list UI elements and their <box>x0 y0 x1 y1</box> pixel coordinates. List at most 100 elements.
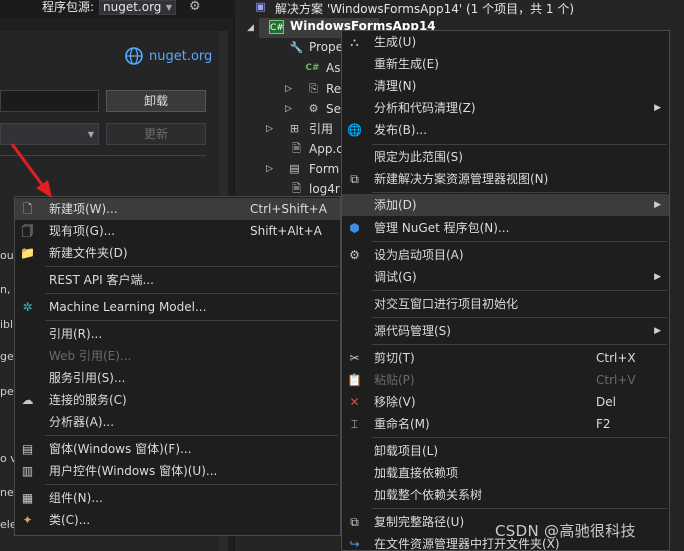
tree-item-resources[interactable]: Re <box>326 80 341 100</box>
ml-model-icon: ✲ <box>22 300 33 314</box>
chevron-down-icon[interactable]: ◢ <box>247 19 254 39</box>
menu-separator <box>372 437 667 438</box>
text-fragment: pe <box>0 385 14 398</box>
text-fragment: ibl <box>0 318 14 331</box>
rename-icon: ⌶ <box>350 417 359 431</box>
chevron-down-icon: ▼ <box>165 3 172 12</box>
remove-icon: ✕ <box>349 395 360 409</box>
nuget-icon: ⬢ <box>349 221 360 235</box>
tree-item-app-config[interactable]: App.c <box>309 140 343 160</box>
menu-item-cut[interactable]: ✂ 剪切(T) Ctrl+X <box>342 347 669 369</box>
existing-item-icon: 🗍 <box>21 224 34 238</box>
chevron-right-icon[interactable]: ▷ <box>266 120 273 140</box>
tree-item-assemblyinfo[interactable]: As <box>326 59 340 79</box>
scissors-icon: ✂ <box>349 351 360 365</box>
menu-item-scope-to-this[interactable]: 限定为此范围(S) <box>342 146 669 168</box>
class-icon: ✦ <box>22 513 33 527</box>
add-submenu: 🗋 新建项(W)... Ctrl+Shift+A 🗍 现有项(G)... Shi… <box>14 196 341 536</box>
solution-node[interactable]: 解决方案 'WindowsFormsApp14' (1 个项目，共 1 个) <box>275 0 574 17</box>
menu-item-manage-nuget[interactable]: ⬢ 管理 NuGet 程序包(N)... <box>342 217 669 239</box>
chevron-right-icon[interactable]: ▷ <box>285 80 292 100</box>
tree-item-references[interactable]: 引用 <box>309 120 333 140</box>
chevron-down-icon: ▼ <box>87 130 94 139</box>
text-fragment: n, <box>0 283 11 296</box>
menu-item-analyze[interactable]: 分析和代码清理(Z) ▶ <box>342 97 669 119</box>
copy-icon: ⧉ <box>350 515 359 529</box>
nuget-org-link[interactable]: nuget.org <box>149 49 212 64</box>
update-button[interactable]: 更新 <box>106 123 206 145</box>
new-folder-icon: 📁 <box>20 246 35 260</box>
menu-item-web-reference[interactable]: Web 引用(E)... <box>15 345 340 367</box>
menu-item-source-control[interactable]: 源代码管理(S) ▶ <box>342 320 669 342</box>
menu-item-remove[interactable]: ✕ 移除(V) Del <box>342 391 669 413</box>
gear-icon: ⚙ <box>349 248 360 262</box>
menu-item-reference[interactable]: 引用(R)... <box>15 323 340 345</box>
form-file-icon: ▤ <box>289 162 300 175</box>
package-source-select[interactable]: nuget.org ▼ <box>99 0 176 15</box>
submenu-arrow-icon: ▶ <box>654 103 661 113</box>
menu-item-init-interactive[interactable]: 对交互窗口进行项目初始化 <box>342 293 669 315</box>
menu-separator <box>45 435 338 436</box>
menu-item-add[interactable]: 添加(D) ▶ <box>342 194 669 216</box>
menu-item-ml-model[interactable]: ✲ Machine Learning Model... <box>15 296 340 318</box>
installed-version-field[interactable] <box>0 90 99 112</box>
menu-item-new-item[interactable]: 🗋 新建项(W)... Ctrl+Shift+A <box>15 198 340 220</box>
watermark: CSDN @高驰很科技 <box>495 522 636 540</box>
references-icon: ⊞ <box>289 122 300 135</box>
resources-icon: ⎘ <box>309 82 318 95</box>
form-icon: ▤ <box>21 442 34 456</box>
menu-separator <box>45 266 338 267</box>
menu-separator <box>372 192 667 193</box>
menu-separator <box>372 290 667 291</box>
menu-item-unload-project[interactable]: 卸载项目(L) <box>342 440 669 462</box>
menu-item-analyzer[interactable]: 分析器(A)... <box>15 411 340 433</box>
menu-item-debug[interactable]: 调试(G) ▶ <box>342 266 669 288</box>
menu-item-publish[interactable]: 🌐 发布(B)... <box>342 119 669 141</box>
menu-item-user-control[interactable]: ▥ 用户控件(Windows 窗体)(U)... <box>15 460 340 482</box>
gear-icon[interactable]: ⚙ <box>189 0 203 14</box>
menu-item-windows-form[interactable]: ▤ 窗体(Windows 窗体)(F)... <box>15 438 340 460</box>
menu-separator <box>372 508 667 509</box>
text-fragment: ge <box>0 350 14 363</box>
config-file-icon: 🗎 <box>292 142 301 155</box>
menu-item-service-reference[interactable]: 服务引用(S)... <box>15 367 340 389</box>
chevron-right-icon[interactable]: ▷ <box>285 100 292 120</box>
menu-item-connected-service[interactable]: ☁ 连接的服务(C) <box>15 389 340 411</box>
tree-item-properties[interactable]: Prope <box>309 38 343 58</box>
menu-item-set-startup[interactable]: ⚙ 设为启动项目(A) <box>342 244 669 266</box>
menu-separator <box>372 344 667 345</box>
chevron-right-icon[interactable]: ▷ <box>266 160 273 180</box>
menu-separator <box>45 293 338 294</box>
uninstall-button[interactable]: 卸载 <box>106 90 206 112</box>
menu-item-paste[interactable]: 📋 粘贴(P) Ctrl+V <box>342 369 669 391</box>
submenu-arrow-icon: ▶ <box>654 200 661 210</box>
menu-item-load-dep-tree[interactable]: 加载整个依赖关系树 <box>342 484 669 506</box>
red-arrow-annotation <box>10 143 52 198</box>
menu-item-new-folder[interactable]: 📁 新建文件夹(D) <box>15 242 340 264</box>
submenu-arrow-icon: ▶ <box>654 272 661 282</box>
tree-item-settings[interactable]: Se <box>326 100 341 120</box>
menu-item-rename[interactable]: ⌶ 重命名(M) F2 <box>342 413 669 435</box>
menu-item-new-explorer-view[interactable]: ⧉ 新建解决方案资源管理器视图(N) <box>342 168 669 190</box>
menu-separator <box>45 320 338 321</box>
new-view-icon: ⧉ <box>350 172 359 186</box>
project-context-menu: ⛬ 生成(U) 重新生成(E) 清理(N) 分析和代码清理(Z) ▶ 🌐 发布(… <box>341 30 670 551</box>
menu-item-rest-api-client[interactable]: REST API 客户端... <box>15 269 340 291</box>
menu-item-clean[interactable]: 清理(N) <box>342 75 669 97</box>
user-control-icon: ▥ <box>21 464 34 478</box>
tree-item-form[interactable]: Form <box>309 160 339 180</box>
solution-icon: ▣ <box>255 0 266 13</box>
menu-item-existing-item[interactable]: 🗍 现有项(G)... Shift+Alt+A <box>15 220 340 242</box>
menu-item-rebuild[interactable]: 重新生成(E) <box>342 53 669 75</box>
menu-item-load-direct-deps[interactable]: 加载直接依赖项 <box>342 462 669 484</box>
menu-item-build[interactable]: ⛬ 生成(U) <box>342 31 669 53</box>
package-source-label: 程序包源: <box>42 0 95 14</box>
globe-icon <box>125 47 143 65</box>
menu-separator <box>372 241 667 242</box>
globe-icon: 🌐 <box>347 123 362 137</box>
new-item-icon: 🗋 <box>22 202 33 216</box>
menu-item-component[interactable]: ▦ 组件(N)... <box>15 487 340 509</box>
submenu-arrow-icon: ▶ <box>654 326 661 336</box>
csharp-file-icon: C# <box>305 63 320 73</box>
menu-item-class[interactable]: ✦ 类(C)... <box>15 509 340 531</box>
